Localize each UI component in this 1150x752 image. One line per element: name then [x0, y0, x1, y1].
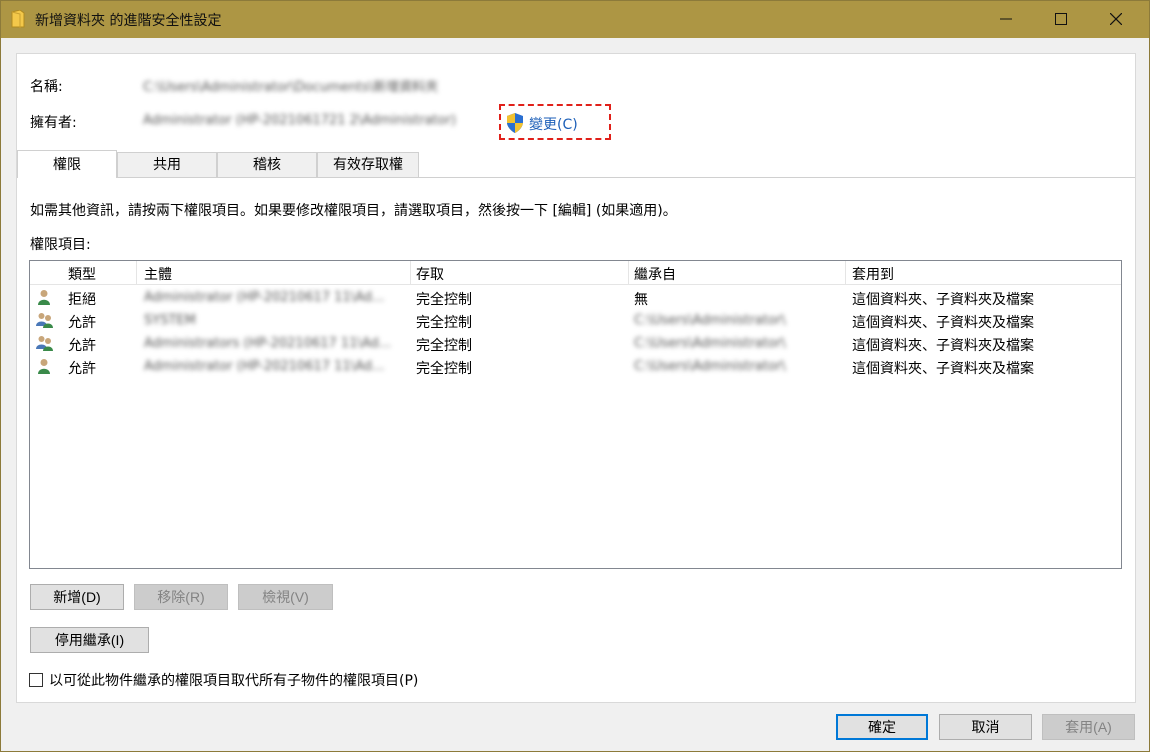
entry-inherited-from: C:\Users\Administrator\	[634, 359, 786, 374]
tab-effective-access[interactable]: 有效存取權	[317, 152, 419, 178]
close-icon	[1110, 13, 1122, 25]
entry-applies-to: 這個資料夾、子資料夾及檔案	[852, 361, 1034, 377]
column-access[interactable]: 存取	[416, 264, 444, 284]
ok-button[interactable]: 確定	[836, 714, 928, 740]
tab-bar: 權限 共用 稽核 有效存取權	[17, 150, 1135, 178]
permission-entries-label: 權限項目:	[30, 237, 91, 253]
column-separator	[845, 261, 846, 285]
entry-principal: Administrator (HP-20210617 11\Ad...	[144, 359, 385, 374]
entry-inherited-from: 無	[634, 292, 648, 308]
entry-access: 完全控制	[416, 292, 472, 308]
entry-access: 完全控制	[416, 361, 472, 377]
column-type[interactable]: 類型	[68, 264, 96, 284]
add-button[interactable]: 新增(D)	[30, 584, 124, 610]
entry-principal: SYSTEM	[144, 313, 196, 328]
user-icon	[36, 289, 52, 309]
window-title: 新增資料夾 的進階安全性設定	[35, 13, 222, 29]
cancel-button[interactable]: 取消	[939, 714, 1032, 740]
entry-applies-to: 這個資料夾、子資料夾及檔案	[852, 338, 1034, 354]
change-link-label: 變更(C)	[529, 117, 578, 133]
name-value: C:\Users\Administrator\Documents\新增資料夾	[143, 80, 439, 95]
replace-child-permissions-label: 以可從此物件繼承的權限項目取代所有子物件的權限項目(P)	[49, 673, 419, 689]
tab-sharing[interactable]: 共用	[117, 152, 217, 178]
apply-button[interactable]: 套用(A)	[1042, 714, 1135, 740]
entry-type: 允許	[68, 361, 96, 377]
table-row[interactable]: 允許 Administrator (HP-20210617 11\Ad... 完…	[30, 355, 1121, 378]
tab-auditing[interactable]: 稽核	[217, 152, 317, 178]
minimize-icon	[1000, 18, 1012, 20]
title-bar: 新增資料夾 的進階安全性設定	[1, 1, 1149, 38]
entry-applies-to: 這個資料夾、子資料夾及檔案	[852, 292, 1034, 308]
maximize-icon	[1055, 13, 1067, 25]
table-row[interactable]: 允許 Administrators (HP-20210617 11\Ad... …	[30, 332, 1121, 355]
tab-divider	[17, 177, 1135, 178]
entry-principal: Administrators (HP-20210617 11\Ad...	[144, 336, 392, 351]
replace-child-permissions-checkbox[interactable]	[29, 673, 43, 687]
column-separator	[136, 261, 137, 285]
close-button[interactable]	[1093, 1, 1139, 38]
entry-inherited-from: C:\Users\Administrator\	[634, 336, 786, 351]
change-owner-link[interactable]: 變更(C)	[499, 104, 611, 140]
advanced-security-dialog: 新增資料夾 的進階安全性設定 名稱: C:\Users\Administrato…	[0, 0, 1150, 752]
users-icon	[36, 335, 54, 355]
users-icon	[36, 312, 54, 332]
remove-button[interactable]: 移除(R)	[134, 584, 228, 610]
column-separator	[410, 261, 411, 285]
entry-applies-to: 這個資料夾、子資料夾及檔案	[852, 315, 1034, 331]
table-row[interactable]: 拒絕 Administrator (HP-20210617 11\Ad... 完…	[30, 286, 1121, 309]
entry-access: 完全控制	[416, 315, 472, 331]
entry-type: 允許	[68, 315, 96, 331]
column-inherited-from[interactable]: 繼承自	[634, 264, 676, 284]
column-separator	[628, 261, 629, 285]
disable-inheritance-button[interactable]: 停用繼承(I)	[30, 627, 149, 653]
main-panel: 名稱: C:\Users\Administrator\Documents\新增資…	[16, 53, 1136, 703]
entry-principal: Administrator (HP-20210617 11\Ad...	[144, 290, 385, 305]
description-text: 如需其他資訊，請按兩下權限項目。如果要修改權限項目，請選取項目，然後按一下 [編…	[30, 203, 677, 219]
user-icon	[36, 358, 52, 378]
owner-label: 擁有者:	[30, 115, 77, 131]
folder-icon	[11, 9, 25, 32]
entry-access: 完全控制	[416, 338, 472, 354]
owner-value: Administrator (HP-2021061721 2\Administr…	[143, 113, 457, 128]
table-row[interactable]: 允許 SYSTEM 完全控制 C:\Users\Administrator\ 這…	[30, 309, 1121, 332]
tab-permissions[interactable]: 權限	[17, 150, 117, 178]
permission-entries-list[interactable]: 類型 主體 存取 繼承自 套用到 拒絕 Administrator (HP-20…	[29, 260, 1122, 569]
column-applies-to[interactable]: 套用到	[852, 264, 894, 284]
maximize-button[interactable]	[1038, 1, 1084, 38]
entry-type: 拒絕	[68, 292, 96, 308]
uac-shield-icon	[506, 113, 524, 137]
minimize-button[interactable]	[983, 1, 1029, 38]
view-button[interactable]: 檢視(V)	[238, 584, 333, 610]
entry-type: 允許	[68, 338, 96, 354]
column-principal[interactable]: 主體	[144, 264, 172, 284]
list-header: 類型 主體 存取 繼承自 套用到	[30, 261, 1121, 285]
name-label: 名稱:	[30, 79, 63, 95]
entry-inherited-from: C:\Users\Administrator\	[634, 313, 786, 328]
